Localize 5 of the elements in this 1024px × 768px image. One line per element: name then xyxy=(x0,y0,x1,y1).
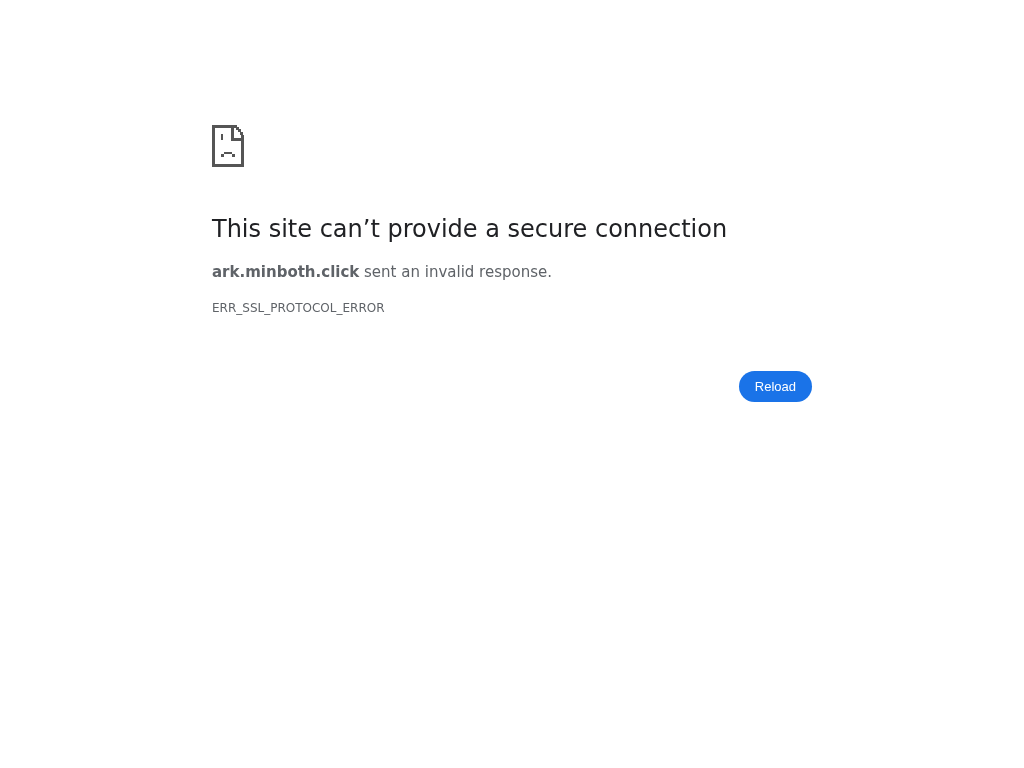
sad-document-icon xyxy=(212,125,244,167)
error-message: ark.minboth.click sent an invalid response. xyxy=(212,262,552,283)
error-heading: This site can’t provide a secure connection xyxy=(212,214,728,244)
reload-button[interactable]: Reload xyxy=(738,371,812,402)
error-code: ERR_SSL_PROTOCOL_ERROR xyxy=(212,300,385,316)
